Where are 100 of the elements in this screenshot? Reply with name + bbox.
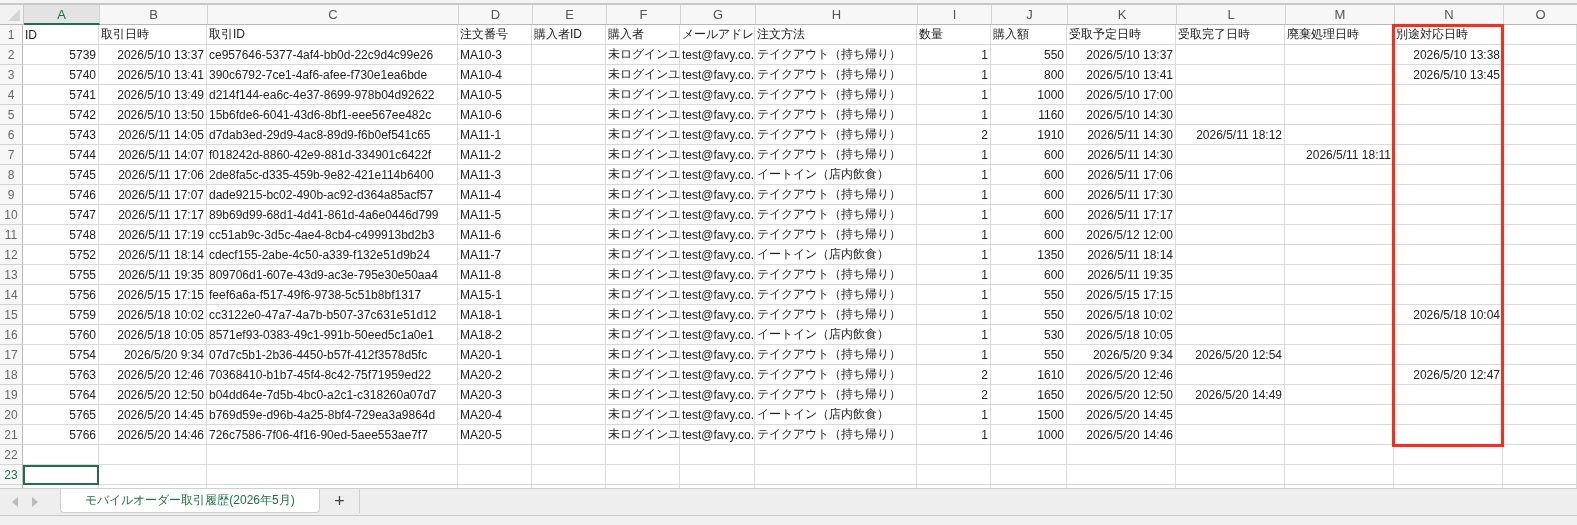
sheet-tab[interactable]: モバイルオーダー取引履歴(2026年5月): [60, 489, 320, 513]
row-header[interactable]: 12: [0, 245, 23, 265]
column-header[interactable]: G: [681, 5, 756, 25]
column-title: 別途対応日時: [1394, 25, 1503, 45]
table-cell: dade9215-bc02-490b-ac92-d364a85acf57: [207, 185, 458, 205]
row-header[interactable]: 22: [0, 445, 23, 465]
table-cell: 1: [917, 45, 991, 65]
table-cell: 5742: [23, 105, 99, 125]
table-cell: MA20-2: [458, 365, 532, 385]
table-cell: テイクアウト（持ち帰り）: [755, 265, 917, 285]
table-cell: 2026/5/20 12:46: [99, 365, 207, 385]
select-all-corner[interactable]: [0, 5, 24, 25]
table-cell: 2026/5/11 18:11: [1285, 145, 1394, 165]
table-cell: テイクアウト（持ち帰り）: [755, 105, 917, 125]
column-header[interactable]: F: [607, 5, 681, 25]
table-cell: MA10-4: [458, 65, 532, 85]
row-header[interactable]: 4: [0, 85, 23, 105]
table-cell: 1610: [991, 365, 1067, 385]
table-cell: 5747: [23, 205, 99, 225]
row-header[interactable]: 19: [0, 385, 23, 405]
row-header[interactable]: 2: [0, 45, 23, 65]
table-cell: テイクアウト（持ち帰り）: [755, 365, 917, 385]
table-cell: MA10-3: [458, 45, 532, 65]
add-sheet-button[interactable]: +: [320, 489, 360, 513]
column-header[interactable]: B: [100, 5, 208, 25]
selected-cell[interactable]: [23, 465, 99, 485]
table-cell: MA11-6: [458, 225, 532, 245]
column-header[interactable]: E: [533, 5, 607, 25]
row-header[interactable]: 23: [0, 465, 23, 485]
table-cell: 2026/5/10 13:41: [99, 65, 207, 85]
row-header[interactable]: 14: [0, 285, 23, 305]
column-header[interactable]: J: [992, 5, 1068, 25]
column-header[interactable]: A: [24, 5, 100, 25]
table-cell: 未ログインユ: [606, 385, 680, 405]
table-cell: 2026/5/10 13:37: [99, 45, 207, 65]
column-header[interactable]: D: [459, 5, 533, 25]
table-cell: MA11-2: [458, 145, 532, 165]
table-cell: 1: [917, 185, 991, 205]
scroll-left-icon[interactable]: [10, 496, 20, 508]
scroll-right-icon[interactable]: [30, 496, 40, 508]
table-cell: 未ログインユ: [606, 405, 680, 425]
row-header[interactable]: 18: [0, 365, 23, 385]
table-cell: 2026/5/11 17:30: [1067, 185, 1176, 205]
column-title: ID: [23, 25, 99, 45]
row-header[interactable]: 10: [0, 205, 23, 225]
table-cell: MA20-5: [458, 425, 532, 445]
table-cell: 5743: [23, 125, 99, 145]
column-title: 購入額: [991, 25, 1067, 45]
table-cell: 2026/5/11 17:07: [99, 185, 207, 205]
row-header[interactable]: 17: [0, 345, 23, 365]
table-cell: 2026/5/11 17:06: [1067, 165, 1176, 185]
column-header[interactable]: K: [1068, 5, 1177, 25]
table-cell: テイクアウト（持ち帰り）: [755, 125, 917, 145]
table-cell: 1: [917, 405, 991, 425]
row-header[interactable]: 6: [0, 125, 23, 145]
row-header[interactable]: 20: [0, 405, 23, 425]
row-header[interactable]: 21: [0, 425, 23, 445]
row-header[interactable]: 16: [0, 325, 23, 345]
table-cell: 800: [991, 65, 1067, 85]
row-header[interactable]: 7: [0, 145, 23, 165]
table-cell: 2026/5/18 10:05: [1067, 325, 1176, 345]
column-title: 数量: [917, 25, 991, 45]
row-header[interactable]: 9: [0, 185, 23, 205]
table-cell: テイクアウト（持ち帰り）: [755, 285, 917, 305]
table-cell: 1: [917, 345, 991, 365]
table-cell: 2026/5/20 12:50: [99, 385, 207, 405]
table-cell: 550: [991, 345, 1067, 365]
table-cell: 07d7c5b1-2b36-4450-b57f-412f3578d5fc: [207, 345, 458, 365]
row-header[interactable]: 8: [0, 165, 23, 185]
table-cell: 未ログインユ: [606, 425, 680, 445]
table-cell: 2de8fa5c-d335-459b-9e82-421e114b6400: [207, 165, 458, 185]
table-cell: 5765: [23, 405, 99, 425]
table-cell: test@favy.co.: [680, 45, 755, 65]
column-header[interactable]: O: [1504, 5, 1577, 25]
table-cell: 70368410-b1b7-45f4-8c42-75f71959ed22: [207, 365, 458, 385]
column-header[interactable]: L: [1177, 5, 1286, 25]
table-cell: 1000: [991, 85, 1067, 105]
table-cell: 600: [991, 225, 1067, 245]
table-cell: 550: [991, 285, 1067, 305]
column-header[interactable]: N: [1395, 5, 1504, 25]
row-header[interactable]: 13: [0, 265, 23, 285]
row-header[interactable]: 11: [0, 225, 23, 245]
table-cell: 600: [991, 205, 1067, 225]
table-cell: cc3122e0-47a7-4a7b-b507-37c631e51d12: [207, 305, 458, 325]
row-header[interactable]: 3: [0, 65, 23, 85]
table-cell: 2026/5/15 17:15: [1067, 285, 1176, 305]
table-cell: 2026/5/11 17:19: [99, 225, 207, 245]
column-header[interactable]: M: [1286, 5, 1395, 25]
table-cell: 未ログインユ: [606, 45, 680, 65]
column-header[interactable]: H: [756, 5, 918, 25]
table-cell: 2026/5/10 13:50: [99, 105, 207, 125]
table-cell: 1000: [991, 425, 1067, 445]
row-header[interactable]: 5: [0, 105, 23, 125]
column-header[interactable]: I: [918, 5, 992, 25]
table-cell: 2026/5/18 10:02: [99, 305, 207, 325]
row-header[interactable]: 15: [0, 305, 23, 325]
table-cell: 未ログインユ: [606, 345, 680, 365]
row-header[interactable]: 1: [0, 25, 23, 45]
column-header[interactable]: C: [208, 5, 459, 25]
table-cell: 2026/5/11 14:30: [1067, 125, 1176, 145]
